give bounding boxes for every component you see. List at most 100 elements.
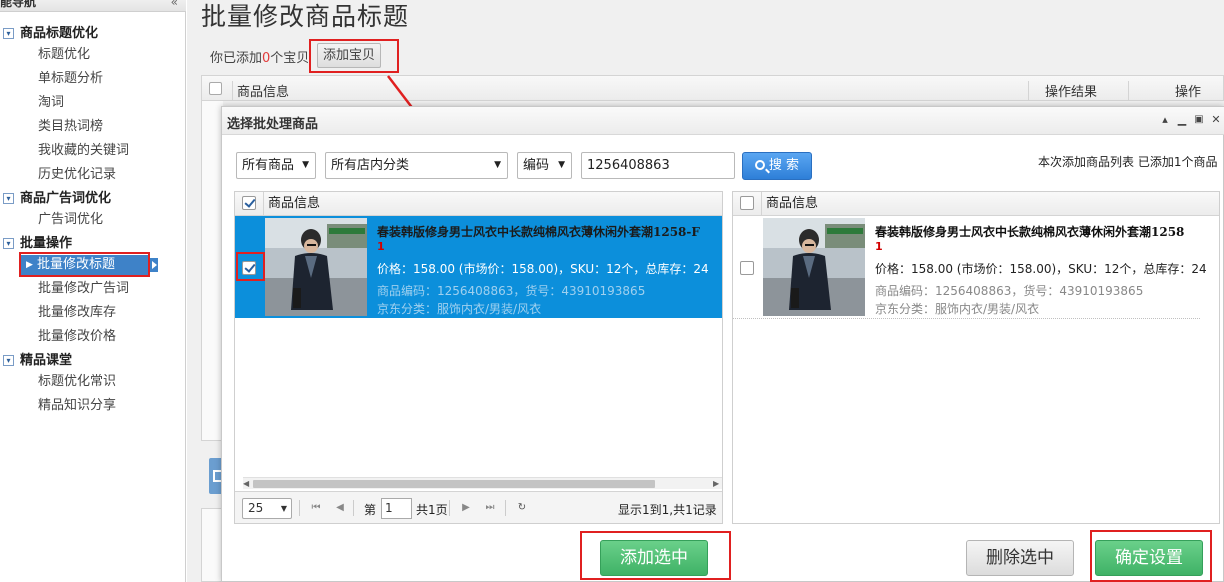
- product-scope-select[interactable]: 所有商品 ▼: [236, 152, 316, 179]
- sidebar-item-batch-ad-word[interactable]: 批量修改广告词: [38, 279, 129, 299]
- sidebar-title: 功能导航: [0, 0, 37, 9]
- close-icon[interactable]: ✕: [1209, 113, 1223, 127]
- select-all-checkbox[interactable]: [740, 196, 754, 210]
- sidebar-item-taoci[interactable]: 淘词: [38, 93, 64, 113]
- search-icon: [754, 160, 765, 170]
- product-remark: 1: [875, 240, 883, 253]
- divider: [299, 500, 300, 516]
- page-size-value: 25: [248, 501, 264, 515]
- expand-toggle-icon[interactable]: ▾: [3, 193, 14, 204]
- sidebar-header: 功能导航 «: [0, 0, 186, 12]
- sidebar-group-batch[interactable]: ▾ 批量操作: [0, 234, 186, 254]
- maximize-icon[interactable]: ▣: [1192, 113, 1206, 127]
- next-page-icon[interactable]: ▶: [459, 500, 473, 516]
- table-body: [201, 101, 223, 441]
- product-code-line: 商品编码：1256408863，货号：43910193865: [875, 284, 1144, 298]
- table-row[interactable]: 春装韩版修身男士风衣中长款纯棉风衣薄休闲外套潮1258-F 1 价格：158.0…: [235, 216, 722, 318]
- scroll-right-icon[interactable]: ▶: [713, 478, 719, 490]
- prev-page-icon[interactable]: ◀: [333, 500, 347, 516]
- horizontal-scrollbar[interactable]: ◀ ▶: [243, 477, 722, 490]
- product-scope-value: 所有商品: [242, 158, 295, 173]
- divider: [353, 500, 354, 516]
- column-header-action: 操作: [1128, 81, 1224, 100]
- expand-toggle-icon[interactable]: ▾: [3, 355, 14, 366]
- highlight-box: [580, 531, 731, 580]
- scrollbar-thumb[interactable]: [253, 480, 655, 488]
- sidebar-item-batch-price[interactable]: 批量修改价格: [38, 327, 116, 347]
- sidebar-group-classroom[interactable]: ▾ 精品课堂: [0, 351, 186, 371]
- column-header-product-info: 商品信息: [761, 192, 818, 216]
- product-title: 春装韩版修身男士风衣中长款纯棉风衣薄休闲外套潮1258-F: [377, 225, 700, 239]
- sidebar-item-category-hot-words[interactable]: 类目热词榜: [38, 117, 103, 137]
- store-category-value: 所有店内分类: [331, 158, 410, 173]
- sidebar-group-label: 商品广告词优化: [20, 191, 112, 206]
- sidebar-item-single-title-analysis[interactable]: 单标题分析: [38, 69, 103, 89]
- page-size-select[interactable]: 25 ▼: [242, 498, 292, 519]
- page-label-suffix: 共1页: [416, 503, 448, 517]
- product-title: 春装韩版修身男士风衣中长款纯棉风衣薄休闲外套潮1258: [875, 225, 1185, 239]
- product-price-line: 价格：158.00 (市场价：158.00)，SKU：12个，总库存：24: [377, 262, 709, 276]
- search-result-panel: 商品信息 春装韩版修身男士风衣中长款纯棉风衣薄休闲外套潮1258-F 1 价格：…: [234, 191, 723, 524]
- dropdown-arrow-icon: ▼: [302, 160, 309, 170]
- sidebar-item-knowledge-share[interactable]: 精品知识分享: [38, 396, 116, 416]
- panel-header: 商品信息: [235, 192, 722, 216]
- first-page-icon[interactable]: ⏮: [309, 500, 323, 516]
- collapse-icon[interactable]: ▴: [1158, 113, 1172, 127]
- column-header-result: 操作结果: [1028, 81, 1128, 100]
- table-row[interactable]: 春装韩版修身男士风衣中长款纯棉风衣薄休闲外套潮1258 1 价格：158.00 …: [733, 216, 1207, 319]
- collapse-sidebar-icon[interactable]: «: [171, 0, 178, 11]
- sidebar-item-ad-word-optimize[interactable]: 广告词优化: [38, 210, 103, 230]
- record-summary: 显示1到1,共1记录: [618, 503, 717, 517]
- scroll-left-icon[interactable]: ◀: [243, 478, 249, 490]
- minimize-icon[interactable]: ▁: [1175, 113, 1189, 127]
- sidebar-group-ad-words[interactable]: ▾ 商品广告词优化: [0, 189, 186, 209]
- active-pointer-icon: [150, 258, 158, 272]
- product-remark: 1: [377, 240, 385, 253]
- product-price-line: 价格：158.00 (市场价：158.00)，SKU：12个，总库存：24: [875, 262, 1207, 276]
- added-list-summary: 本次添加商品列表 已添加1个商品: [1038, 155, 1218, 169]
- sidebar-item-title-knowledge[interactable]: 标题优化常识: [38, 372, 116, 392]
- highlight-box: [309, 39, 399, 73]
- highlight-box: [19, 252, 150, 277]
- highlight-box: [236, 252, 265, 281]
- product-code-line: 商品编码：1256408863，货号：43910193865: [377, 284, 646, 298]
- dropdown-arrow-icon: ▼: [558, 160, 565, 170]
- lower-panel: [201, 508, 223, 582]
- dialog-header: 选择批处理商品 ▴ ▁ ▣ ✕: [222, 107, 1224, 135]
- product-thumbnail: [763, 218, 865, 316]
- highlight-box: [1090, 530, 1212, 582]
- sidebar-item-history[interactable]: 历史优化记录: [38, 165, 116, 185]
- page-number-input[interactable]: 1: [381, 498, 412, 519]
- added-products-panel: 商品信息 春装韩版修身男士风衣中长款纯棉风衣薄休闲外套潮1258 1 价格：15…: [732, 191, 1220, 524]
- sidebar-group-label: 商品标题优化: [20, 26, 99, 41]
- search-field-value: 编码: [523, 158, 550, 173]
- search-label: 搜 索: [768, 158, 800, 173]
- row-checkbox[interactable]: [740, 261, 754, 275]
- search-button[interactable]: 搜 索: [742, 152, 812, 180]
- product-table-header: 商品信息 操作结果 操作: [201, 75, 1224, 101]
- pagination-bar: 25 ▼ ⏮ ◀ 第 1 共1页 ▶ ⏭ ↻ 显示1到1,共1记录: [235, 491, 722, 523]
- store-category-select[interactable]: 所有店内分类 ▼: [325, 152, 508, 179]
- dropdown-arrow-icon: ▼: [494, 160, 501, 170]
- select-all-checkbox[interactable]: [242, 196, 256, 210]
- sidebar: 功能导航 « ▾ 商品标题优化 标题优化 单标题分析 淘词 类目热词榜 我收藏的…: [0, 0, 186, 582]
- delete-selected-button[interactable]: 删除选中: [966, 540, 1074, 576]
- expand-toggle-icon[interactable]: ▾: [3, 238, 14, 249]
- sidebar-item-favorite-keywords[interactable]: 我收藏的关键词: [38, 141, 129, 161]
- search-field-select[interactable]: 编码 ▼: [517, 152, 572, 179]
- sidebar-item-title-optimize[interactable]: 标题优化: [38, 45, 90, 65]
- select-products-dialog: 选择批处理商品 ▴ ▁ ▣ ✕ 所有商品 ▼ 所有店内分类 ▼ 编码 ▼ 搜 索…: [221, 106, 1224, 582]
- last-page-icon[interactable]: ⏭: [483, 500, 497, 516]
- product-category-line: 京东分类：服饰内衣/男装/风衣: [377, 302, 542, 316]
- column-header-product-info: 商品信息: [263, 192, 320, 216]
- sidebar-item-batch-stock[interactable]: 批量修改库存: [38, 303, 116, 323]
- sidebar-group-title-optimization[interactable]: ▾ 商品标题优化: [0, 24, 186, 44]
- added-prefix: 你已添加: [210, 51, 263, 66]
- dropdown-arrow-icon: ▼: [280, 504, 287, 513]
- keyword-input[interactable]: [581, 152, 735, 179]
- column-header-product-info: 商品信息: [232, 81, 289, 100]
- select-all-checkbox[interactable]: [209, 82, 222, 95]
- refresh-icon[interactable]: ↻: [515, 500, 529, 516]
- expand-toggle-icon[interactable]: ▾: [3, 28, 14, 39]
- divider: [505, 500, 506, 516]
